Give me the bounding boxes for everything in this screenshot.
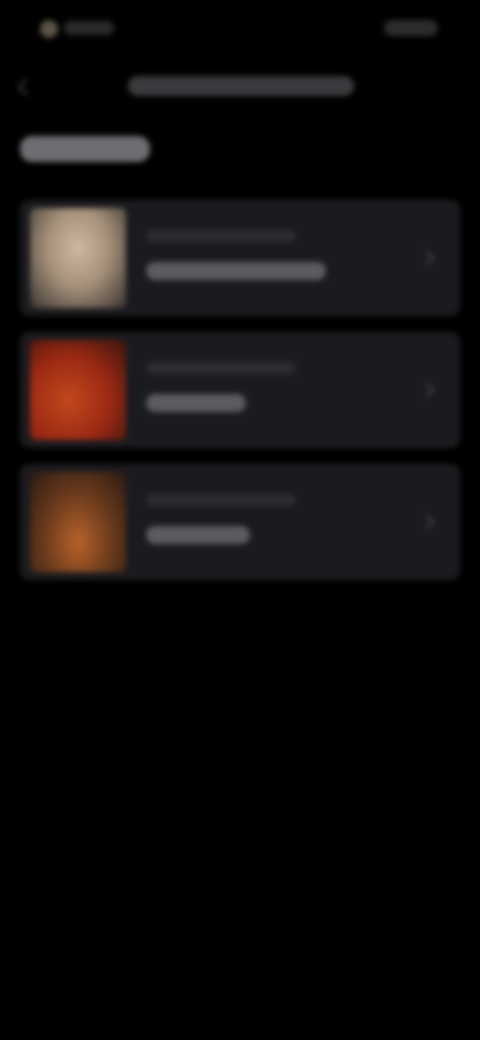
item-thumbnail bbox=[30, 472, 126, 572]
item-subtitle bbox=[146, 494, 296, 506]
page-title bbox=[128, 76, 354, 96]
section-title bbox=[20, 136, 150, 162]
status-time bbox=[64, 21, 114, 35]
item-thumbnail bbox=[30, 208, 126, 308]
status-indicators bbox=[384, 20, 438, 36]
back-arrow-icon[interactable] bbox=[12, 76, 34, 98]
item-title bbox=[146, 262, 326, 280]
item-subtitle bbox=[146, 362, 296, 374]
status-bar bbox=[0, 0, 480, 56]
chevron-right-icon bbox=[422, 512, 438, 532]
item-thumbnail bbox=[30, 340, 126, 440]
list-item[interactable] bbox=[20, 332, 460, 448]
item-subtitle bbox=[146, 230, 296, 242]
status-indicator-icon bbox=[40, 20, 58, 38]
content-list bbox=[20, 200, 460, 596]
list-item[interactable] bbox=[20, 464, 460, 580]
item-title bbox=[146, 394, 246, 412]
chevron-right-icon bbox=[422, 380, 438, 400]
screen bbox=[0, 0, 480, 1040]
list-item[interactable] bbox=[20, 200, 460, 316]
chevron-right-icon bbox=[422, 248, 438, 268]
item-title bbox=[146, 526, 250, 544]
